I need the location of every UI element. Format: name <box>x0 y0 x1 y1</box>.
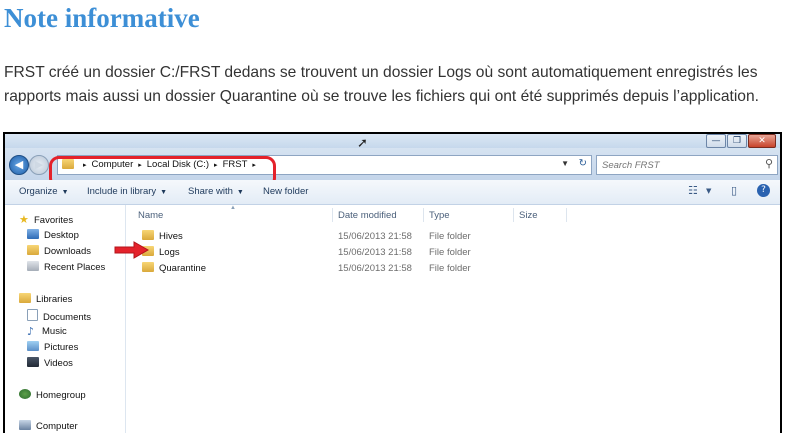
star-icon: ★ <box>19 213 29 226</box>
file-row[interactable]: Quarantine 15/06/2013 21:58 File folder <box>126 261 780 277</box>
column-divider[interactable] <box>513 208 514 222</box>
include-in-library-button[interactable]: Include in library ▼ <box>87 185 167 200</box>
column-header-name[interactable]: Name <box>138 210 163 222</box>
chevron-down-icon: ▼ <box>236 189 244 196</box>
file-row[interactable]: Hives 15/06/2013 21:58 File folder <box>126 229 780 245</box>
minimize-button[interactable]: — <box>706 134 726 148</box>
search-input[interactable] <box>600 157 754 173</box>
nav-label: Music <box>42 326 67 337</box>
command-bar: Organize ▼ Include in library ▼ Share with… <box>5 180 780 205</box>
nav-desktop[interactable]: Desktop <box>27 229 79 243</box>
share-with-label: Share with <box>188 186 233 197</box>
forward-button[interactable]: ▶ <box>29 155 49 175</box>
chevron-down-icon: ▼ <box>160 189 168 196</box>
nav-label: Documents <box>43 312 92 323</box>
computer-icon <box>19 420 31 430</box>
file-date: 15/06/2013 21:58 <box>338 247 412 258</box>
views-dropdown-icon[interactable]: ▼ <box>706 187 711 195</box>
share-with-button[interactable]: Share with ▼ <box>188 185 244 200</box>
libraries-icon <box>19 293 31 303</box>
title-bar: — ❐ ✕ <box>5 134 780 148</box>
preview-pane-icon[interactable]: ▯ <box>731 184 737 197</box>
mouse-cursor-icon: ➚ <box>357 136 368 151</box>
organize-button[interactable]: Organize ▼ <box>19 185 69 200</box>
back-button[interactable]: ◀ <box>9 155 29 175</box>
nav-homegroup[interactable]: Homegroup <box>19 389 86 403</box>
nav-label: Favorites <box>34 215 74 226</box>
page-heading: Note informative <box>4 3 200 33</box>
nav-favorites[interactable]: ★ Favorites <box>19 213 73 228</box>
nav-label: Desktop <box>44 230 79 241</box>
explorer-window: — ❐ ✕ ◀ ▶ ▸ Computer ▸ Local Disk (C:) ▸ FRST… <box>5 134 780 433</box>
navigation-pane: ★ Favorites Desktop Downloads Recent Plac… <box>5 205 126 433</box>
nav-videos[interactable]: Videos <box>27 357 73 371</box>
maximize-button[interactable]: ❐ <box>727 134 747 148</box>
nav-label: Downloads <box>44 246 91 257</box>
close-button[interactable]: ✕ <box>748 134 776 148</box>
recent-places-icon <box>27 261 39 271</box>
intro-paragraph: FRST créé un dossier C:/FRST dedans se t… <box>4 64 759 105</box>
nav-label: Videos <box>44 358 73 369</box>
file-list: ▲ Name Date modified Type Size Hives 15/… <box>126 205 780 433</box>
sort-caret-icon: ▲ <box>230 205 236 211</box>
nav-label: Homegroup <box>36 390 86 401</box>
file-name: Quarantine <box>142 262 206 276</box>
column-header-size[interactable]: Size <box>519 210 537 222</box>
search-box[interactable]: ⚲ <box>596 155 778 175</box>
downloads-icon <box>27 245 39 255</box>
file-row[interactable]: Logs 15/06/2013 21:58 File folder <box>126 245 780 261</box>
file-type: File folder <box>429 247 471 258</box>
file-type: File folder <box>429 263 471 274</box>
nav-downloads[interactable]: Downloads <box>27 245 91 259</box>
nav-label: Libraries <box>36 294 73 305</box>
chevron-down-icon: ▼ <box>61 189 69 196</box>
folder-icon <box>142 230 154 240</box>
help-icon[interactable]: ? <box>757 184 770 197</box>
new-folder-button[interactable]: New folder <box>263 185 308 199</box>
column-divider[interactable] <box>332 208 333 222</box>
organize-label: Organize <box>19 186 58 197</box>
red-arrow-icon <box>114 241 150 259</box>
nav-recent-places[interactable]: Recent Places <box>27 261 105 275</box>
file-name-text: Quarantine <box>159 263 207 274</box>
nav-documents[interactable]: Documents <box>27 309 91 325</box>
file-name-text: Logs <box>159 247 180 258</box>
file-name-text: Hives <box>159 231 183 242</box>
homegroup-icon <box>19 389 31 399</box>
nav-music[interactable]: ♪ Music <box>27 325 67 339</box>
address-row: ◀ ▶ ▸ Computer ▸ Local Disk (C:) ▸ FRST ▸ ▼ ↻ … <box>5 148 780 188</box>
search-icon[interactable]: ⚲ <box>765 157 773 170</box>
videos-icon <box>27 357 39 367</box>
nav-pictures[interactable]: Pictures <box>27 341 78 355</box>
views-icon[interactable]: ☷ <box>688 184 698 197</box>
column-header-type[interactable]: Type <box>429 210 450 222</box>
nav-label: Recent Places <box>44 262 106 273</box>
nav-computer[interactable]: Computer <box>19 420 78 433</box>
file-type: File folder <box>429 231 471 242</box>
music-icon: ♪ <box>27 325 35 338</box>
file-date: 15/06/2013 21:58 <box>338 231 412 242</box>
nav-label: Computer <box>36 421 78 432</box>
folder-icon <box>142 262 154 272</box>
column-divider[interactable] <box>566 208 567 222</box>
explorer-screenshot: — ❐ ✕ ◀ ▶ ▸ Computer ▸ Local Disk (C:) ▸ FRST… <box>3 132 782 433</box>
include-in-library-label: Include in library <box>87 186 157 197</box>
window-controls: — ❐ ✕ <box>705 134 776 148</box>
nav-libraries[interactable]: Libraries <box>19 293 72 307</box>
address-dropdown-icon[interactable]: ▼ <box>561 159 569 168</box>
documents-icon <box>27 309 38 321</box>
file-date: 15/06/2013 21:58 <box>338 263 412 274</box>
column-header-date-modified[interactable]: Date modified <box>338 210 397 222</box>
column-divider[interactable] <box>423 208 424 222</box>
refresh-icon[interactable]: ↻ <box>579 158 587 169</box>
nav-label: Pictures <box>44 342 79 353</box>
pictures-icon <box>27 341 39 351</box>
desktop-icon <box>27 229 39 239</box>
